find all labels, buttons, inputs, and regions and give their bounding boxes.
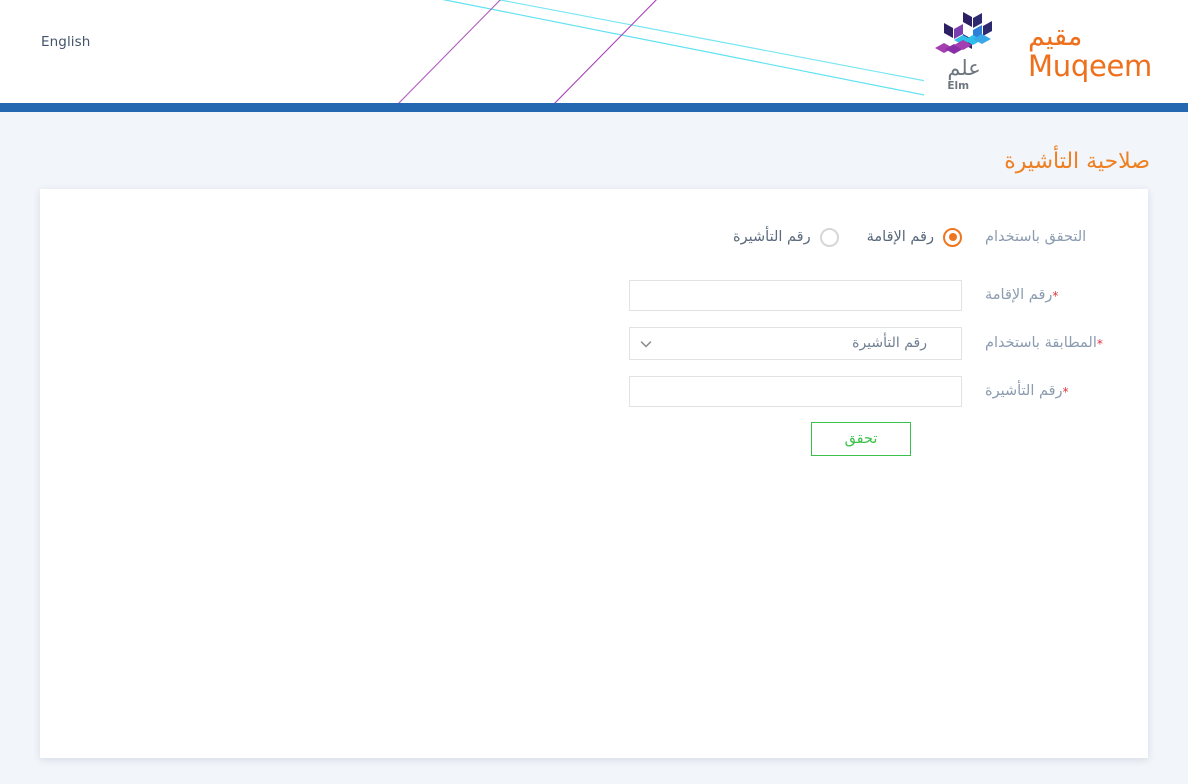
verify-method-label: التحقق باستخدام — [985, 229, 1087, 245]
muqeem-logo-latin: Muqeem — [1028, 48, 1152, 83]
verify-method-radio-group[interactable]: رقم الإقامة رقم التأشيرة — [628, 227, 962, 247]
form-row-verify-method: التحقق باستخدام رقم الإقامة رقم التأشيرة — [40, 213, 1148, 261]
elm-isometric-mark-icon — [935, 12, 993, 55]
elm-wordmark-arabic: علم — [947, 56, 981, 81]
page-body: صلاحية التأشيرة التحقق باستخدام رقم الإق… — [0, 112, 1188, 784]
visa-number-label-text: رقم التأشيرة — [985, 383, 1063, 399]
iqama-number-label: *رقم الإقامة — [962, 287, 1148, 303]
visa-validity-form: التحقق باستخدام رقم الإقامة رقم التأشيرة — [40, 189, 1148, 463]
radio-option-visa-number[interactable]: رقم التأشيرة — [733, 227, 839, 247]
verify-button[interactable]: تحقق — [811, 422, 911, 456]
site-header: English مقيم Muqeem علم Elm — [0, 0, 1188, 103]
match-by-control: رقم التأشيرة — [628, 326, 962, 360]
match-by-label: *المطابقة باستخدام — [962, 335, 1148, 351]
form-row-visa-number: *رقم التأشيرة — [40, 367, 1148, 415]
language-switch-link[interactable]: English — [41, 34, 90, 50]
form-row-iqama-number: *رقم الإقامة — [40, 271, 1148, 319]
form-row-submit: تحقق — [40, 415, 1148, 463]
page-title: صلاحية التأشيرة — [1004, 148, 1150, 174]
elm-wordmark-latin: Elm — [947, 80, 970, 93]
iqama-number-label-text: رقم الإقامة — [985, 287, 1053, 303]
radio-option-iqama-number[interactable]: رقم الإقامة — [866, 227, 962, 247]
visa-number-control — [628, 375, 962, 407]
muqeem-logo-arabic: مقيم — [1028, 20, 1083, 52]
radio-option-visa-number-label: رقم التأشيرة — [733, 229, 811, 245]
radio-option-iqama-number-label: رقم الإقامة — [866, 229, 934, 245]
submit-control: تحقق — [628, 422, 962, 456]
required-marker: * — [1096, 337, 1103, 351]
required-marker: * — [1052, 289, 1059, 303]
header-accent-bar — [0, 103, 1188, 112]
match-by-select-wrapper[interactable]: رقم التأشيرة — [629, 326, 962, 360]
radio-dot-unselected-icon[interactable] — [819, 227, 839, 247]
visa-validity-card: التحقق باستخدام رقم الإقامة رقم التأشيرة — [40, 189, 1148, 758]
iqama-number-control — [628, 279, 962, 311]
visa-number-input[interactable] — [629, 375, 962, 407]
elm-wordmark: علم Elm — [947, 58, 980, 93]
required-marker: * — [1062, 385, 1069, 399]
match-by-label-text: المطابقة باستخدام — [985, 335, 1097, 351]
verify-method-control: رقم الإقامة رقم التأشيرة — [628, 227, 962, 247]
iqama-number-input[interactable] — [629, 279, 962, 311]
brand-logos: مقيم Muqeem علم Elm — [924, 0, 1188, 103]
visa-number-label: *رقم التأشيرة — [962, 383, 1148, 399]
form-row-match-by: *المطابقة باستخدام رقم التأشيرة — [40, 319, 1148, 367]
elm-logo[interactable]: علم Elm — [924, 10, 1004, 93]
muqeem-logo[interactable]: مقيم Muqeem — [1028, 23, 1152, 81]
radio-dot-selected-icon[interactable] — [943, 227, 962, 247]
match-by-select[interactable]: رقم التأشيرة — [629, 326, 962, 360]
